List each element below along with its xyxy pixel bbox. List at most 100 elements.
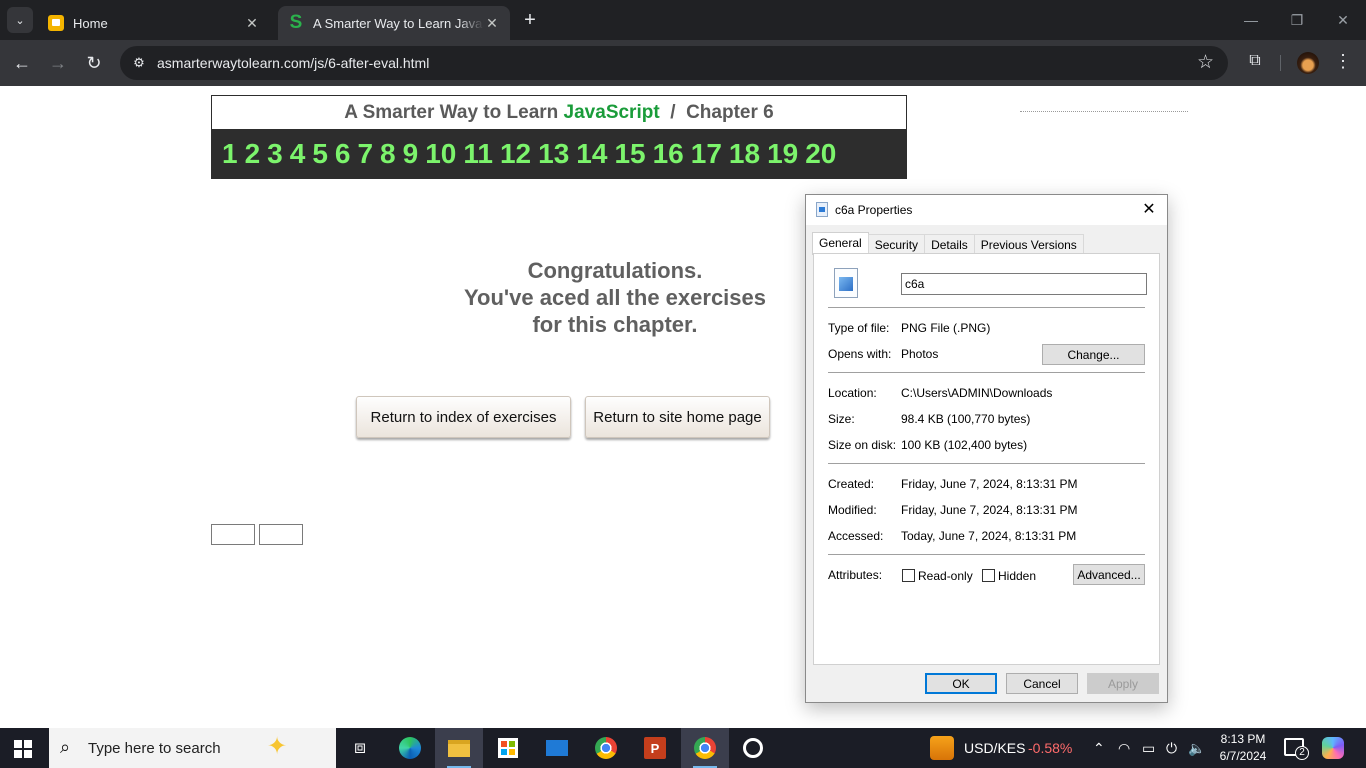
microsoft-store-icon[interactable] (484, 728, 532, 768)
search-highlight-icon[interactable]: ✦ (267, 732, 287, 761)
chapter-link[interactable]: 5 (312, 138, 328, 170)
ring-app-icon[interactable] (729, 728, 777, 768)
extensions-icon[interactable]: ⧉ (1244, 52, 1266, 74)
read-only-label[interactable]: Read-only (918, 569, 973, 583)
tab-home[interactable]: Home ✕ (38, 6, 270, 40)
site-info-icon[interactable]: ⚙ (128, 52, 150, 74)
file-explorer-icon[interactable] (435, 728, 483, 768)
tab-close-icon[interactable]: ✕ (484, 15, 500, 32)
empty-box[interactable] (211, 524, 255, 545)
tab-security[interactable]: Security (867, 234, 926, 255)
tab-close-icon[interactable]: ✕ (244, 15, 260, 32)
notification-badge: 2 (1295, 746, 1309, 760)
modified-value: Friday, June 7, 2024, 8:13:31 PM (901, 503, 1078, 517)
created-label: Created: (828, 477, 875, 491)
task-view-icon[interactable]: ⧈ (336, 728, 384, 768)
search-placeholder[interactable]: Type here to search (88, 740, 221, 757)
modified-label: Modified: (828, 503, 877, 517)
browser-menu-icon[interactable]: ⋮ (1334, 51, 1352, 75)
battery-icon[interactable]: ▭ (1142, 740, 1155, 757)
accessed-label: Accessed: (828, 529, 884, 543)
chapter-link[interactable]: 17 (691, 138, 722, 170)
return-to-index-button[interactable]: Return to index of exercises (356, 396, 571, 438)
chapter-link[interactable]: 12 (500, 138, 531, 170)
taskbar-clock[interactable]: 8:13 PM 6/7/2024 (1212, 731, 1274, 765)
type-label: Type of file: (828, 321, 890, 335)
copilot-icon[interactable] (1322, 737, 1344, 759)
chapter-link[interactable]: 20 (805, 138, 836, 170)
chrome-icon[interactable] (582, 728, 630, 768)
opens-with-label: Opens with: (828, 347, 892, 361)
dialog-titlebar[interactable]: c6a Properties ✕ (806, 195, 1167, 225)
chrome-profile-icon[interactable] (681, 728, 729, 768)
chapter-link[interactable]: 2 (245, 138, 261, 170)
tab-previous-versions[interactable]: Previous Versions (973, 234, 1084, 255)
minimize-button[interactable]: — (1228, 0, 1274, 40)
tab-general[interactable]: General (812, 232, 869, 255)
chapter-link[interactable]: 9 (403, 138, 419, 170)
url-text[interactable]: asmarterwaytolearn.com/js/6-after-eval.h… (157, 55, 429, 71)
mail-icon[interactable] (533, 728, 581, 768)
hidden-label[interactable]: Hidden (998, 569, 1036, 583)
chapter-link[interactable]: 15 (614, 138, 645, 170)
hidden-checkbox[interactable] (982, 569, 995, 582)
windows-start-icon[interactable] (14, 740, 32, 758)
tab-smarter-way[interactable]: S A Smarter Way to Learn JavaScript ✕ (278, 6, 510, 40)
chapter-link[interactable]: 10 (425, 138, 456, 170)
ticker-change[interactable]: -0.58% (1028, 740, 1072, 756)
general-tab-panel: Type of file: PNG File (.PNG) Opens with… (813, 253, 1160, 665)
read-only-checkbox[interactable] (902, 569, 915, 582)
chapter-link[interactable]: 6 (335, 138, 351, 170)
empty-box[interactable] (259, 524, 303, 545)
apply-button[interactable]: Apply (1087, 673, 1159, 694)
chapter-link[interactable]: 16 (653, 138, 684, 170)
new-tab-button[interactable]: + (518, 8, 542, 32)
title-separator: / (670, 102, 676, 123)
advanced-button[interactable]: Advanced... (1073, 564, 1145, 585)
chapter-link[interactable]: 8 (380, 138, 396, 170)
cancel-button[interactable]: Cancel (1006, 673, 1078, 694)
ok-button[interactable]: OK (925, 673, 997, 694)
tab-details[interactable]: Details (924, 234, 975, 255)
chapter-link[interactable]: 1 (222, 138, 238, 170)
chapter-link[interactable]: 7 (357, 138, 373, 170)
bookmark-star-icon[interactable]: ☆ (1197, 51, 1214, 74)
chapter-link[interactable]: 13 (538, 138, 569, 170)
profile-avatar[interactable] (1297, 52, 1319, 74)
powerpoint-icon[interactable]: P (631, 728, 679, 768)
windows-taskbar: ⌕ Type here to search ✦ ⧈ P USD/KES -0.5… (0, 728, 1366, 768)
chevron-up-icon[interactable]: ⌃ (1093, 740, 1105, 757)
address-bar[interactable]: ⚙ asmarterwaytolearn.com/js/6-after-eval… (120, 46, 1228, 80)
file-properties-dialog: c6a Properties ✕ General Security Detail… (805, 194, 1168, 703)
chapter-link[interactable]: 3 (267, 138, 283, 170)
file-name-input[interactable] (901, 273, 1147, 295)
reload-button[interactable]: ↻ (80, 49, 108, 77)
congrats-line: You've aced all the exercises (464, 285, 766, 310)
change-button[interactable]: Change... (1042, 344, 1145, 365)
network-icon[interactable]: ◠ (1118, 740, 1130, 757)
volume-icon[interactable]: 🔈 (1188, 740, 1205, 757)
tab-title: Home (73, 15, 108, 31)
image-file-icon (816, 202, 828, 217)
currency-ticker-icon[interactable] (930, 736, 954, 760)
power-icon[interactable]: ⏻ (1166, 740, 1177, 757)
ticker-name[interactable]: USD/KES (964, 740, 1025, 756)
chapter-link[interactable]: 4 (290, 138, 306, 170)
chapter-link[interactable]: 11 (463, 138, 493, 170)
taskbar-search-box[interactable]: ⌕ Type here to search ✦ (49, 728, 336, 768)
title-brand[interactable]: JavaScript (564, 102, 660, 123)
edge-icon[interactable] (386, 728, 434, 768)
forward-button[interactable]: → (44, 49, 72, 77)
return-to-home-button[interactable]: Return to site home page (585, 396, 770, 438)
tab-title: A Smarter Way to Learn JavaScript (313, 15, 484, 31)
dialog-close-icon[interactable]: ✕ (1137, 199, 1161, 221)
chapter-link[interactable]: 19 (767, 138, 798, 170)
back-button[interactable]: ← (8, 49, 36, 77)
congrats-line: Congratulations. (527, 258, 703, 283)
size-on-disk-label: Size on disk: (828, 438, 897, 452)
window-close-button[interactable]: ✕ (1320, 0, 1366, 40)
chapter-link[interactable]: 18 (729, 138, 760, 170)
restore-button[interactable]: ❐ (1274, 0, 1320, 40)
tab-search-button[interactable]: ⌄ (7, 7, 33, 33)
chapter-link[interactable]: 14 (576, 138, 607, 170)
